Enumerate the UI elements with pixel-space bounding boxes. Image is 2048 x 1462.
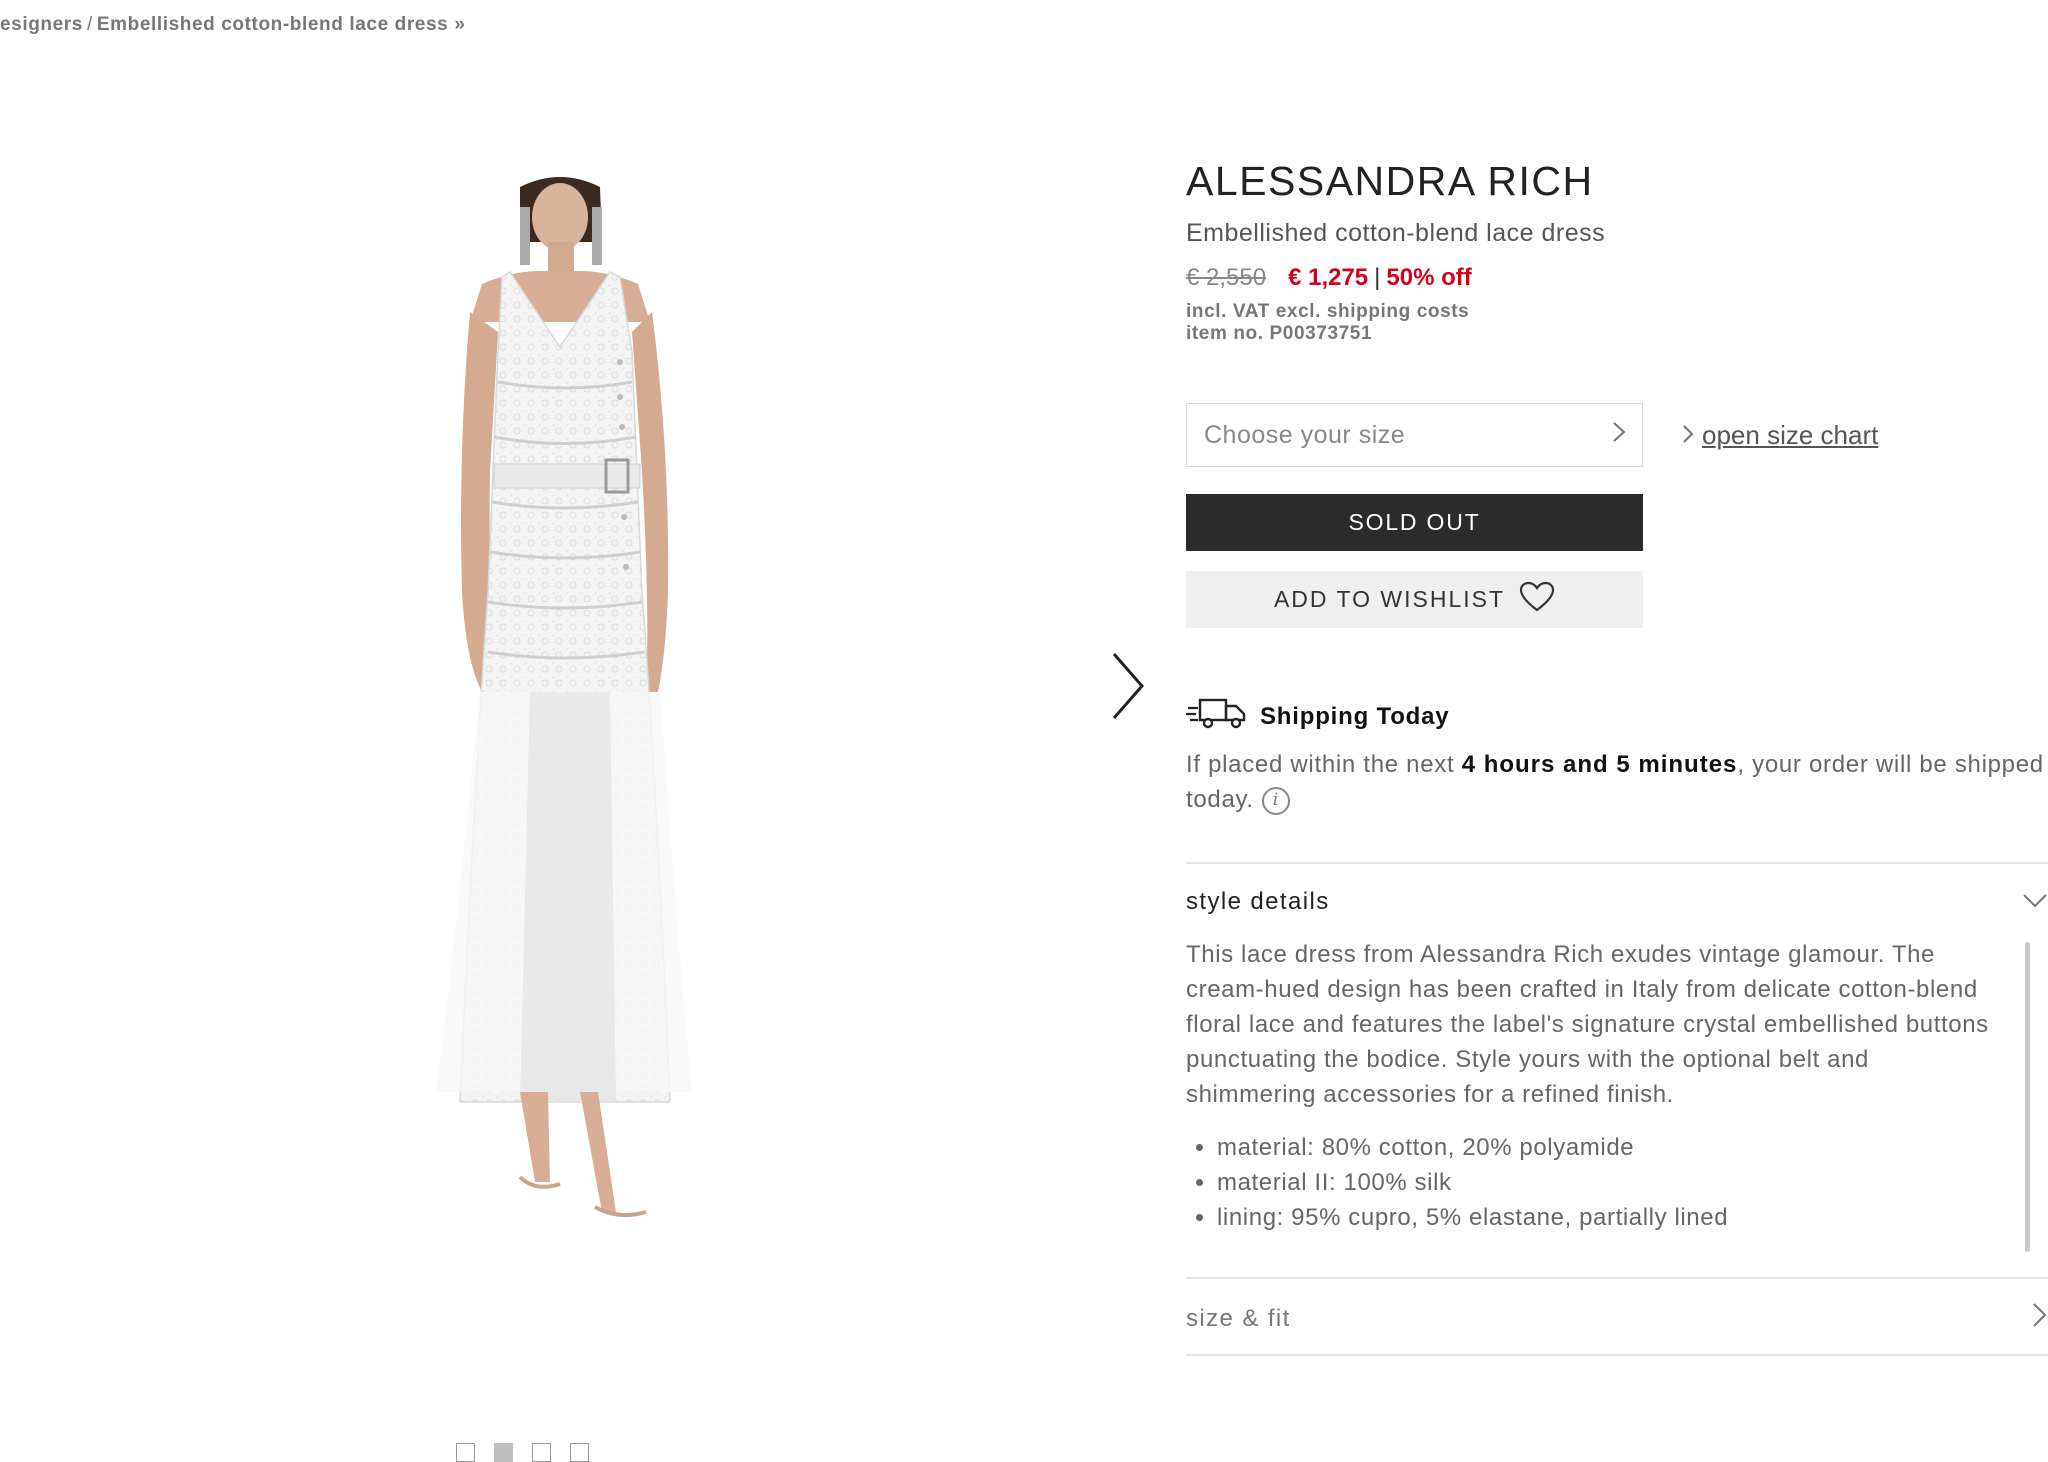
product-gallery	[0, 160, 1100, 1462]
shipping-text-before: If placed within the next	[1186, 751, 1462, 778]
size-fit-title: size & fit	[1186, 1304, 1291, 1332]
item-number: item no. P00373751	[1186, 323, 1373, 344]
info-icon[interactable]: i	[1261, 786, 1290, 815]
size-select[interactable]: Choose your size	[1186, 403, 1643, 467]
chevron-down-icon	[2022, 888, 2048, 916]
gallery-dot[interactable]	[532, 1443, 551, 1462]
style-details-toggle[interactable]: style details	[1186, 888, 2048, 916]
style-description: This lace dress from Alessandra Rich exu…	[1186, 941, 1989, 1108]
material-item: material: 80% cotton, 20% polyamide	[1217, 1130, 2006, 1165]
heart-icon	[1519, 581, 1555, 619]
divider	[1186, 862, 2048, 864]
add-to-wishlist-button[interactable]: ADD TO WISHLIST	[1186, 571, 1643, 628]
product-image[interactable]	[370, 172, 720, 1222]
divider	[1186, 1354, 2048, 1356]
next-image-arrow-icon[interactable]	[1108, 650, 1148, 722]
shipping-countdown: 4 hours and 5 minutes	[1461, 751, 1738, 778]
breadcrumb-parent-link[interactable]: esigners	[0, 14, 83, 35]
breadcrumb-chevron-icon: »	[454, 14, 466, 35]
wishlist-label: ADD TO WISHLIST	[1273, 586, 1506, 612]
breadcrumb-current: Embellished cotton-blend lace dress	[96, 14, 449, 35]
price-row: € 2,550 € 1,275 | 50% off	[1186, 264, 1472, 292]
style-details-title: style details	[1186, 888, 1330, 915]
gallery-dot[interactable]	[494, 1443, 513, 1462]
price-separator: |	[1374, 264, 1381, 291]
sold-out-button[interactable]: SOLD OUT	[1186, 494, 1643, 551]
shipping-title: Shipping Today	[1260, 702, 1450, 730]
divider	[1186, 1277, 2048, 1279]
vat-note: incl. VAT excl. shipping costs	[1186, 301, 1470, 322]
material-item: material II: 100% silk	[1217, 1165, 2006, 1200]
sale-price: € 1,275	[1288, 264, 1369, 291]
size-chart-text[interactable]: open size chart	[1702, 420, 1878, 451]
shipping-info: Shipping Today If placed within the next…	[1186, 696, 2048, 817]
shipping-message: If placed within the next 4 hours and 5 …	[1186, 747, 2048, 817]
gallery-dot[interactable]	[570, 1443, 589, 1462]
delivery-truck-icon	[1186, 696, 1248, 737]
brand-name[interactable]: ALESSANDRA RICH	[1186, 158, 1594, 205]
gallery-dot[interactable]	[456, 1443, 475, 1462]
material-list: material: 80% cotton, 20% polyamide mate…	[1186, 1130, 2006, 1235]
chevron-right-icon	[2032, 1302, 2048, 1335]
style-details-content: This lace dress from Alessandra Rich exu…	[1186, 937, 2006, 1235]
size-select-placeholder: Choose your size	[1204, 420, 1406, 449]
style-details-scrollbar[interactable]	[2025, 942, 2030, 1252]
breadcrumb: esigners / Embellished cotton-blend lace d…	[0, 14, 465, 36]
gallery-pagination	[456, 1443, 589, 1462]
breadcrumb-separator: /	[86, 14, 93, 35]
shipping-title-row: Shipping Today	[1186, 696, 2048, 737]
material-item: lining: 95% cupro, 5% elastane, partiall…	[1217, 1200, 2006, 1235]
chevron-right-icon	[1612, 421, 1626, 450]
original-price: € 2,550	[1186, 264, 1267, 291]
size-fit-toggle[interactable]: size & fit	[1186, 1302, 2048, 1335]
size-chart-link[interactable]: open size chart	[1682, 420, 1878, 451]
product-meta: incl. VAT excl. shipping costs item no. …	[1186, 301, 1469, 345]
chevron-right-icon	[1682, 420, 1694, 451]
product-title: Embellished cotton-blend lace dress	[1186, 219, 1606, 247]
discount-badge: 50% off	[1386, 264, 1472, 291]
